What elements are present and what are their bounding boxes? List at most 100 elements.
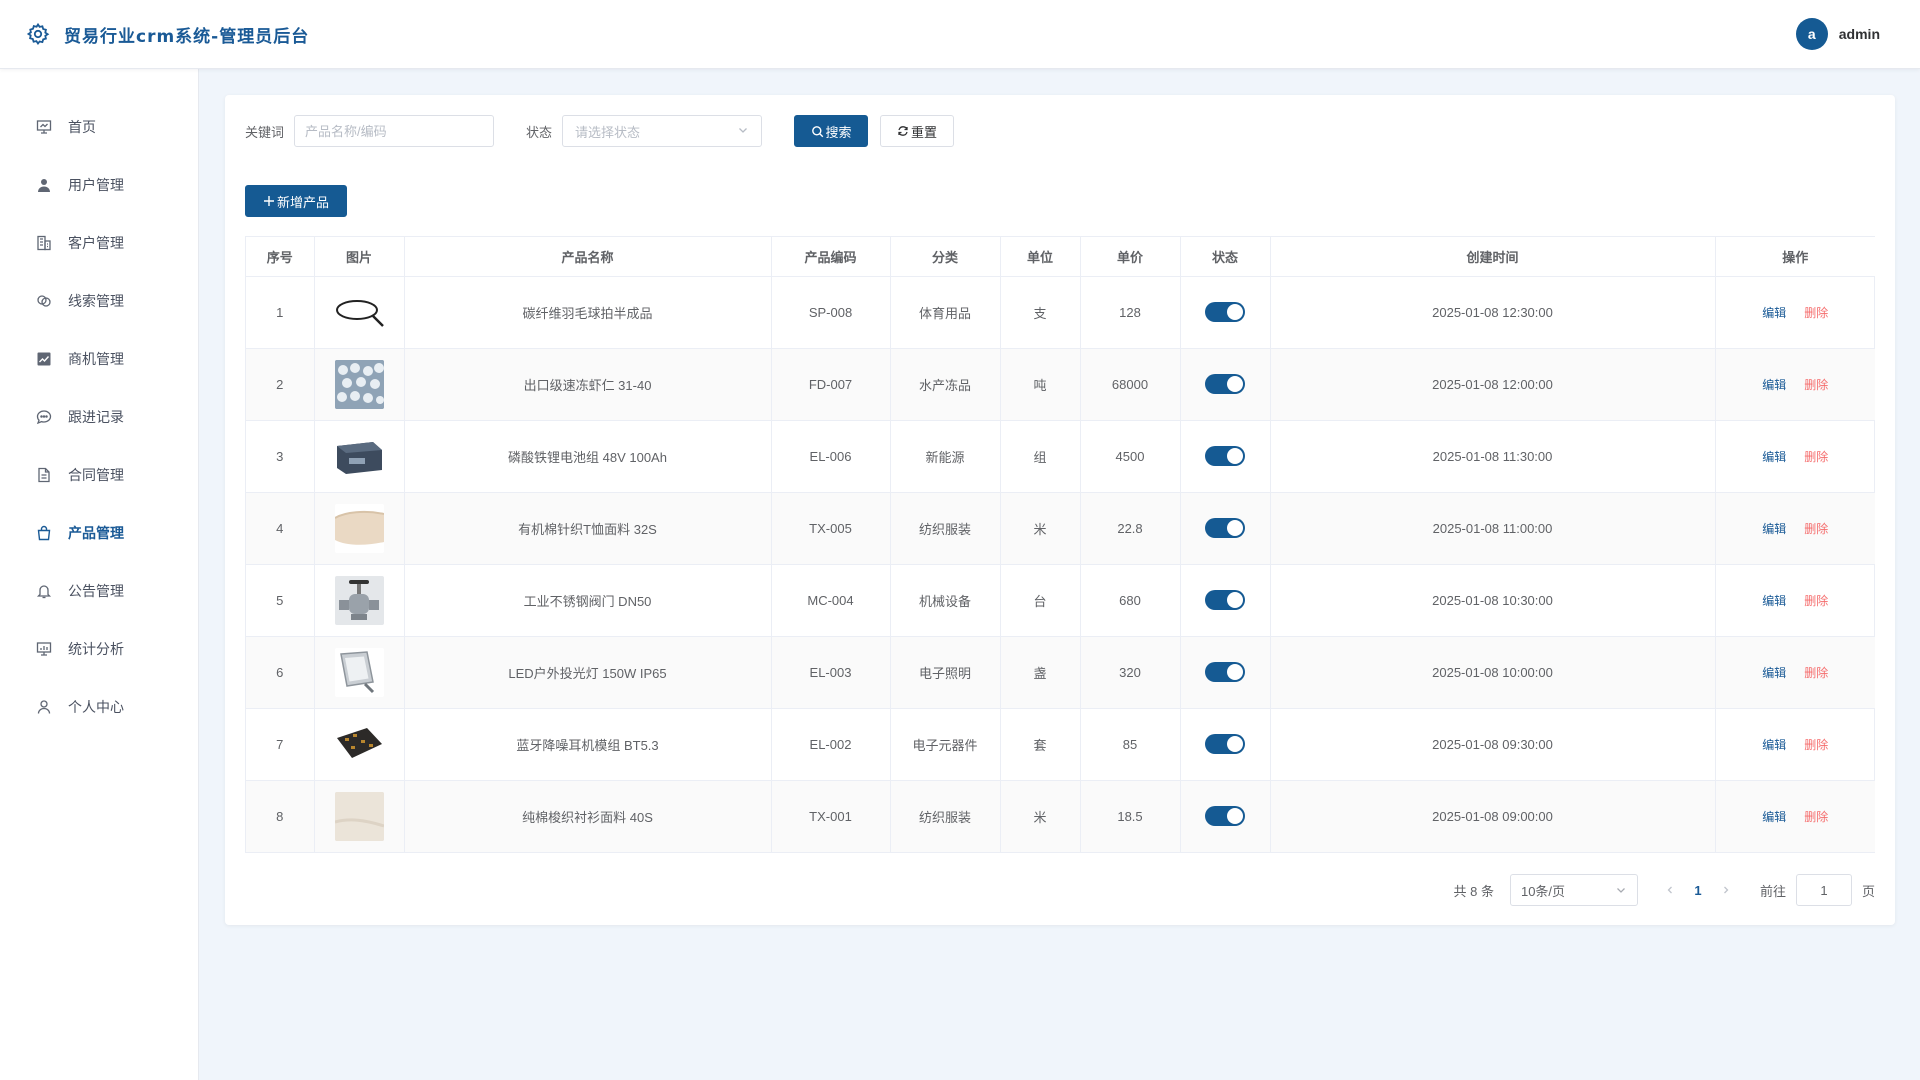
search-button[interactable]: 搜索	[794, 115, 869, 147]
status-toggle[interactable]	[1205, 806, 1245, 827]
delete-button[interactable]: 删除	[1804, 664, 1828, 681]
status-select[interactable]: 请选择状态	[562, 115, 763, 147]
product-image[interactable]	[334, 647, 384, 697]
search-button-label: 搜索	[825, 124, 852, 140]
cell-price: 320	[1080, 636, 1181, 709]
edit-button[interactable]: 编辑	[1762, 808, 1786, 825]
pagination: 共 8 条 10条/页 1 前往 页	[1453, 874, 1875, 906]
chat-icon	[36, 409, 52, 425]
product-table: 序号 图片 产品名称 产品编码 分类 单位 单价 状态 创建时间 操作 1 碳纤…	[245, 236, 1875, 853]
sidebar-item-label: 首页	[68, 119, 96, 135]
cell-created: 2025-01-08 10:00:00	[1270, 636, 1716, 709]
app-title: 贸易行业crm系统-管理员后台	[64, 26, 310, 47]
cell-unit: 组	[1000, 420, 1081, 493]
table-row: 8 纯棉梭织衬衫面料 40S TX-001 纺织服装 米 18.5 2025-0…	[246, 780, 1875, 852]
sidebar-item-label: 跟进记录	[68, 409, 124, 425]
building-icon	[36, 235, 52, 251]
delete-button[interactable]: 删除	[1804, 736, 1828, 753]
sidebar-item-label: 个人中心	[68, 699, 124, 715]
cell-category: 机械设备	[890, 564, 1001, 637]
avatar[interactable]: a	[1795, 18, 1828, 50]
product-image[interactable]	[334, 287, 384, 337]
cell-code: FD-007	[771, 348, 891, 421]
table-row: 3 磷酸铁锂电池组 48V 100Ah EL-006 新能源 组 4500 20…	[246, 420, 1875, 493]
edit-button[interactable]: 编辑	[1762, 664, 1786, 681]
sidebar-item-statistics[interactable]: 统计分析	[0, 620, 198, 678]
product-image[interactable]	[334, 719, 384, 769]
total-count: 共 8 条	[1453, 883, 1494, 899]
cell-code: TX-001	[771, 780, 891, 852]
cell-name: 有机棉针织T恤面料 32S	[404, 492, 772, 565]
reset-button[interactable]: 重置	[880, 115, 955, 147]
sidebar-item-contracts[interactable]: 合同管理	[0, 446, 198, 504]
edit-button[interactable]: 编辑	[1762, 520, 1786, 537]
cell-code: SP-008	[771, 276, 891, 349]
status-toggle[interactable]	[1205, 662, 1245, 682]
delete-button[interactable]: 删除	[1804, 448, 1828, 465]
chevron-right-icon	[1724, 886, 1729, 893]
column-header: 产品编码	[771, 237, 891, 277]
table-row: 7 蓝牙降噪耳机模组 BT5.3 EL-002 电子元器件 套 85 2025-…	[246, 708, 1875, 781]
product-image[interactable]	[334, 431, 384, 481]
column-header: 单位	[1000, 237, 1081, 277]
cell-name: 磷酸铁锂电池组 48V 100Ah	[404, 420, 772, 493]
edit-button[interactable]: 编辑	[1762, 304, 1786, 321]
status-toggle[interactable]	[1205, 590, 1245, 610]
sidebar-item-followups[interactable]: 跟进记录	[0, 388, 198, 446]
product-image[interactable]	[334, 359, 384, 409]
cell-index: 2	[246, 348, 315, 421]
cell-created: 2025-01-08 12:00:00	[1270, 348, 1716, 421]
sidebar-item-opportunities[interactable]: 商机管理	[0, 330, 198, 388]
product-image[interactable]	[334, 575, 384, 625]
table-row: 5 工业不锈钢阀门 DN50 MC-004 机械设备 台 680 2025-01…	[246, 564, 1875, 637]
goto-page-input[interactable]	[1795, 874, 1852, 906]
sidebar-item-profile[interactable]: 个人中心	[0, 678, 198, 736]
goto-label: 前往	[1759, 883, 1786, 899]
product-image[interactable]	[334, 503, 384, 553]
next-page-button[interactable]	[1716, 883, 1736, 898]
status-toggle[interactable]	[1205, 302, 1245, 322]
sidebar-item-leads[interactable]: 线索管理	[0, 272, 198, 330]
cell-unit: 支	[1000, 276, 1081, 349]
cell-created: 2025-01-08 11:00:00	[1270, 492, 1716, 565]
status-toggle[interactable]	[1205, 518, 1245, 538]
cell-index: 3	[246, 420, 315, 493]
sidebar-item-users[interactable]: 用户管理	[0, 156, 198, 214]
page-suffix: 页	[1861, 883, 1875, 899]
user-menu[interactable]: a admin	[1795, 18, 1880, 50]
delete-button[interactable]: 删除	[1804, 304, 1828, 321]
sidebar-item-notices[interactable]: 公告管理	[0, 562, 198, 620]
sidebar-item-label: 公告管理	[68, 583, 124, 599]
delete-button[interactable]: 删除	[1804, 376, 1828, 393]
delete-button[interactable]: 删除	[1804, 520, 1828, 537]
delete-button[interactable]: 删除	[1804, 808, 1828, 825]
cell-price: 680	[1080, 564, 1181, 637]
keyword-input[interactable]	[294, 115, 495, 147]
cell-price: 85	[1080, 708, 1181, 781]
sidebar-item-customers[interactable]: 客户管理	[0, 214, 198, 272]
cell-price: 4500	[1080, 420, 1181, 493]
edit-button[interactable]: 编辑	[1762, 448, 1786, 465]
cell-unit: 盏	[1000, 636, 1081, 709]
status-toggle[interactable]	[1205, 734, 1245, 754]
edit-button[interactable]: 编辑	[1762, 376, 1786, 393]
prev-page-button[interactable]	[1660, 883, 1680, 898]
cell-name: 碳纤维羽毛球拍半成品	[404, 276, 772, 349]
table-row: 6 LED户外投光灯 150W IP65 EL-003 电子照明 盏 320 2…	[246, 636, 1875, 709]
user-name[interactable]: admin	[1839, 26, 1880, 42]
edit-button[interactable]: 编辑	[1762, 592, 1786, 609]
cell-category: 电子元器件	[890, 708, 1001, 781]
product-image[interactable]	[334, 791, 384, 841]
delete-button[interactable]: 删除	[1804, 592, 1828, 609]
cell-unit: 台	[1000, 564, 1081, 637]
page-size-select[interactable]: 10条/页	[1509, 874, 1638, 906]
edit-button[interactable]: 编辑	[1762, 736, 1786, 753]
status-toggle[interactable]	[1205, 446, 1245, 466]
status-toggle[interactable]	[1205, 374, 1245, 394]
page-number[interactable]: 1	[1680, 883, 1716, 898]
table-row: 1 碳纤维羽毛球拍半成品 SP-008 体育用品 支 128 2025-01-0…	[246, 276, 1875, 349]
add-product-button[interactable]: 新增产品	[245, 185, 347, 217]
cell-index: 4	[246, 492, 315, 565]
sidebar-item-home[interactable]: 首页	[0, 98, 198, 156]
sidebar-item-products[interactable]: 产品管理	[0, 504, 198, 562]
